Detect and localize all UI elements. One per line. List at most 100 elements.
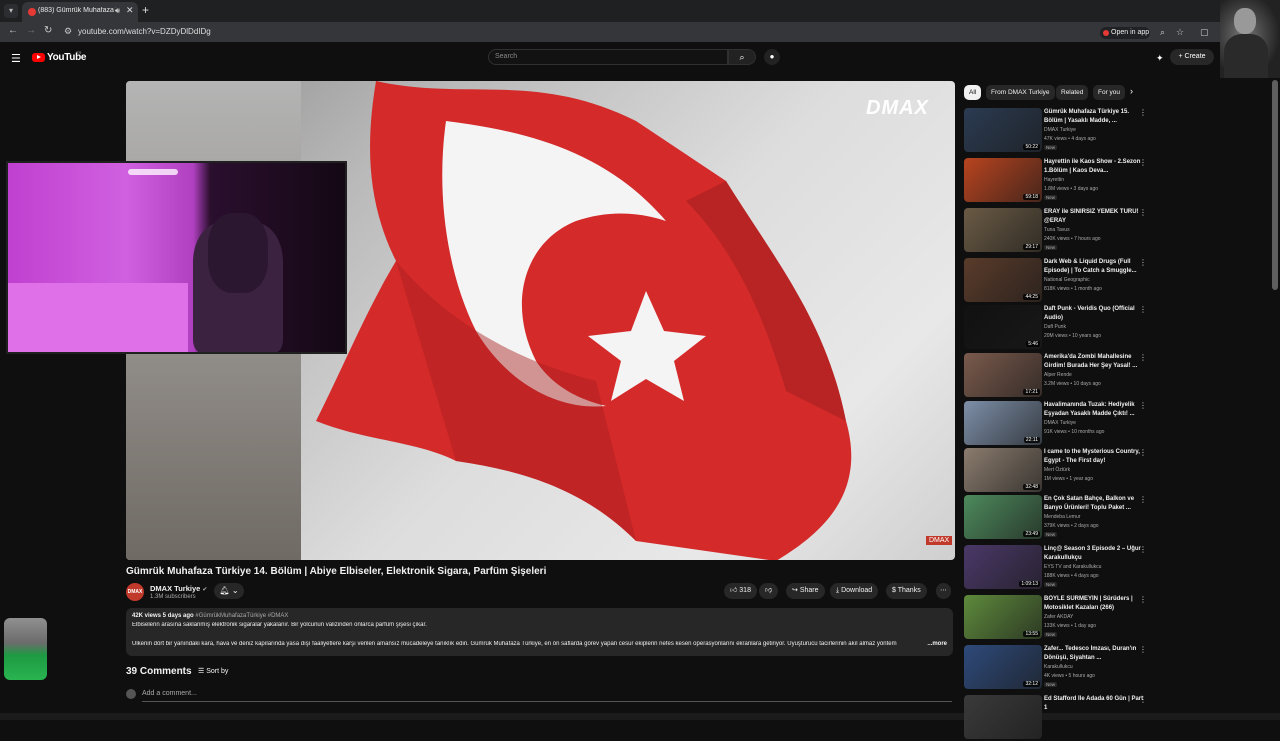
video-thumbnail[interactable]: 5:46 bbox=[964, 305, 1042, 349]
recommendation-title[interactable]: En Çok Satan Bahçe, Balkon ve Banyo Ürün… bbox=[1044, 495, 1144, 512]
recommendation-title[interactable]: Gümrük Muhafaza Türkiye 15. Bölüm | Yasa… bbox=[1044, 108, 1144, 125]
back-icon[interactable]: ← bbox=[8, 25, 18, 36]
share-button[interactable]: ↪ Share bbox=[786, 583, 825, 599]
search-button[interactable]: ⌕ bbox=[728, 49, 756, 65]
sort-by-button[interactable]: ☰ Sort by bbox=[198, 667, 228, 675]
recommendation-item[interactable]: Ed Stafford İle Adada 60 Gün | Part 1 ⋮ bbox=[964, 695, 1154, 741]
notification-bell-button[interactable]: 🔔︎ ⌄ bbox=[214, 583, 244, 599]
more-vertical-icon[interactable]: ⋮ bbox=[1139, 305, 1147, 314]
address-bar[interactable]: ⚙ youtube.com/watch?v=DZDyDlDdIDg bbox=[60, 25, 1100, 40]
more-vertical-icon[interactable]: ⋮ bbox=[1139, 158, 1147, 167]
search-input[interactable]: Search bbox=[488, 49, 728, 65]
recommendation-title[interactable]: I came to the Mysterious Country, Egypt … bbox=[1044, 448, 1144, 465]
open-in-app-button[interactable]: Open in app bbox=[1100, 27, 1150, 39]
more-vertical-icon[interactable]: ⋮ bbox=[1139, 208, 1147, 217]
recommendation-item[interactable]: 32:48 I came to the Mysterious Country, E… bbox=[964, 448, 1154, 494]
recommendation-title[interactable]: Havalimanında Tuzak: Hediyelik Eşyadan Y… bbox=[1044, 401, 1144, 418]
recommendation-item[interactable]: 13:55 BÖYLE SÜRMEYİN | Sürüders | Motosik… bbox=[964, 595, 1154, 641]
recommendation-item[interactable]: 50:22 Gümrük Muhafaza Türkiye 15. Bölüm |… bbox=[964, 108, 1154, 154]
cast-icon[interactable]: ✦ bbox=[1156, 53, 1164, 64]
recommendation-item[interactable]: 29:17 ERAY ile SINIRSIZ YEMEK TURU! @ERAY… bbox=[964, 208, 1154, 254]
voice-search-button[interactable]: ● bbox=[764, 49, 780, 65]
more-vertical-icon[interactable]: ⋮ bbox=[1139, 108, 1147, 117]
recommendation-title[interactable]: Ed Stafford İle Adada 60 Gün | Part 1 bbox=[1044, 695, 1144, 712]
video-thumbnail[interactable]: 50:22 bbox=[964, 108, 1042, 152]
recommendation-item[interactable]: 22:11 Havalimanında Tuzak: Hediyelik Eşya… bbox=[964, 401, 1154, 447]
chip-from-channel[interactable]: From DMAX Turkiye bbox=[986, 85, 1055, 100]
chevron-right-icon[interactable]: › bbox=[1130, 86, 1133, 96]
chip-related[interactable]: Related bbox=[1056, 85, 1089, 100]
recommendation-channel[interactable]: Mert Öztürk bbox=[1044, 467, 1070, 473]
recommendation-item[interactable]: 1:09:13 Linç@ Season 3 Episode 2 – Uğur K… bbox=[964, 545, 1154, 591]
reload-icon[interactable]: ↻ bbox=[44, 25, 52, 36]
more-vertical-icon[interactable]: ⋮ bbox=[1139, 545, 1147, 554]
chip-all[interactable]: All bbox=[964, 85, 982, 100]
zoom-icon[interactable]: ⌕ bbox=[1160, 27, 1165, 38]
recommendation-channel[interactable]: DMAX Turkiye bbox=[1044, 127, 1076, 133]
page-scrollbar[interactable] bbox=[1272, 80, 1278, 290]
recommendation-channel[interactable]: Mendeba Lemur bbox=[1044, 514, 1080, 520]
more-vertical-icon[interactable]: ⋮ bbox=[1139, 401, 1147, 410]
recommendation-channel[interactable]: Tuna Tavus bbox=[1044, 227, 1070, 233]
dislike-button[interactable]: 👎︎ bbox=[759, 583, 779, 599]
video-thumbnail[interactable]: 59:18 bbox=[964, 158, 1042, 202]
new-tab-icon[interactable]: + bbox=[142, 3, 149, 17]
video-thumbnail[interactable]: 44:25 bbox=[964, 258, 1042, 302]
more-vertical-icon[interactable]: ⋮ bbox=[1139, 595, 1147, 604]
recommendation-channel[interactable]: EYS TV and Karakullukcu bbox=[1044, 564, 1101, 570]
video-thumbnail[interactable]: 32:48 bbox=[964, 448, 1042, 492]
thanks-button[interactable]: $ Thanks bbox=[886, 583, 927, 599]
browser-tab[interactable]: (883) Gümrük Muhafaza Tü 🔊︎ ✕ bbox=[22, 2, 138, 22]
video-thumbnail[interactable]: 17:21 bbox=[964, 353, 1042, 397]
recommendation-item[interactable]: 23:49 En Çok Satan Bahçe, Balkon ve Banyo… bbox=[964, 495, 1154, 541]
recommendation-title[interactable]: BÖYLE SÜRMEYİN | Sürüders | Motosiklet K… bbox=[1044, 595, 1144, 612]
video-thumbnail[interactable]: 13:55 bbox=[964, 595, 1042, 639]
recommendation-title[interactable]: Dark Web & Liquid Drugs (Full Episode) |… bbox=[1044, 258, 1144, 275]
recommendation-title[interactable]: Daft Punk - Veridis Quo (Official Audio) bbox=[1044, 305, 1144, 322]
url-text[interactable]: youtube.com/watch?v=DZDyDlDdIDg bbox=[78, 27, 211, 36]
description-box[interactable]: 42K views 5 days ago #GümrükMuhafazaTürk… bbox=[126, 608, 953, 656]
recommendation-item[interactable]: 5:46 Daft Punk - Veridis Quo (Official Au… bbox=[964, 305, 1154, 351]
recommendation-channel[interactable]: Daft Punk bbox=[1044, 324, 1066, 330]
recommendation-channel[interactable]: Hayrettin bbox=[1044, 177, 1064, 183]
more-vertical-icon[interactable]: ⋮ bbox=[1139, 448, 1147, 457]
video-thumbnail[interactable]: 22:11 bbox=[964, 401, 1042, 445]
site-info-icon[interactable]: ⚙ bbox=[64, 26, 72, 37]
video-thumbnail[interactable]: 1:09:13 bbox=[964, 545, 1042, 589]
recommendation-item[interactable]: 59:18 Hayrettin ile Kaos Show - 2.Sezon 1… bbox=[964, 158, 1154, 204]
more-actions-button[interactable]: ⋯ bbox=[936, 583, 951, 599]
more-vertical-icon[interactable]: ⋮ bbox=[1139, 645, 1147, 654]
recommendation-title[interactable]: Amerika'da Zombi Mahallesine Girdim! Bur… bbox=[1044, 353, 1144, 370]
chip-for-you[interactable]: For you bbox=[1093, 85, 1126, 100]
recommendation-item[interactable]: 32:12 Zafer... Tedesco İmzası, Duran'ın D… bbox=[964, 645, 1154, 691]
video-thumbnail[interactable]: 29:17 bbox=[964, 208, 1042, 252]
menu-icon[interactable]: ☰ bbox=[11, 52, 21, 65]
close-tab-icon[interactable]: ✕ bbox=[126, 5, 134, 16]
more-vertical-icon[interactable]: ⋮ bbox=[1139, 258, 1147, 267]
forward-icon[interactable]: → bbox=[26, 25, 36, 36]
recommendation-title[interactable]: Linç@ Season 3 Episode 2 – Uğur Karakull… bbox=[1044, 545, 1144, 562]
recommendation-channel[interactable]: Alper Rende bbox=[1044, 372, 1072, 378]
more-vertical-icon[interactable]: ⋮ bbox=[1139, 695, 1147, 704]
add-comment-input[interactable]: Add a comment... bbox=[142, 690, 197, 697]
video-thumbnail[interactable] bbox=[964, 695, 1042, 739]
channel-avatar[interactable]: DMAX bbox=[126, 583, 144, 601]
tab-search-icon[interactable]: ▾ bbox=[4, 4, 18, 18]
like-button[interactable]: 👍︎ 318 bbox=[724, 583, 757, 599]
recommendation-item[interactable]: 44:25 Dark Web & Liquid Drugs (Full Episo… bbox=[964, 258, 1154, 304]
recommendation-channel[interactable]: National Geographic bbox=[1044, 277, 1090, 283]
video-thumbnail[interactable]: 23:49 bbox=[964, 495, 1042, 539]
hashtags[interactable]: #GümrükMuhafazaTürkiye #DMAX bbox=[195, 613, 288, 619]
video-thumbnail[interactable]: 32:12 bbox=[964, 645, 1042, 689]
extensions-icon[interactable]: ▢ bbox=[1200, 27, 1209, 38]
recommendation-title[interactable]: ERAY ile SINIRSIZ YEMEK TURU! @ERAY bbox=[1044, 208, 1144, 225]
channel-name-text[interactable]: DMAX Turkiye bbox=[150, 584, 200, 593]
channel-name[interactable]: DMAX Turkiye ✔ bbox=[150, 584, 207, 593]
recommendation-item[interactable]: 17:21 Amerika'da Zombi Mahallesine Girdim… bbox=[964, 353, 1154, 399]
recommendation-channel[interactable]: Karakullukcu bbox=[1044, 664, 1073, 670]
youtube-logo-icon[interactable] bbox=[32, 53, 45, 62]
download-button[interactable]: ⤓ Download bbox=[830, 583, 879, 599]
recommendation-channel[interactable]: DMAX Turkiye bbox=[1044, 420, 1076, 426]
more-vertical-icon[interactable]: ⋮ bbox=[1139, 495, 1147, 504]
show-more-link[interactable]: ...more bbox=[927, 641, 947, 647]
